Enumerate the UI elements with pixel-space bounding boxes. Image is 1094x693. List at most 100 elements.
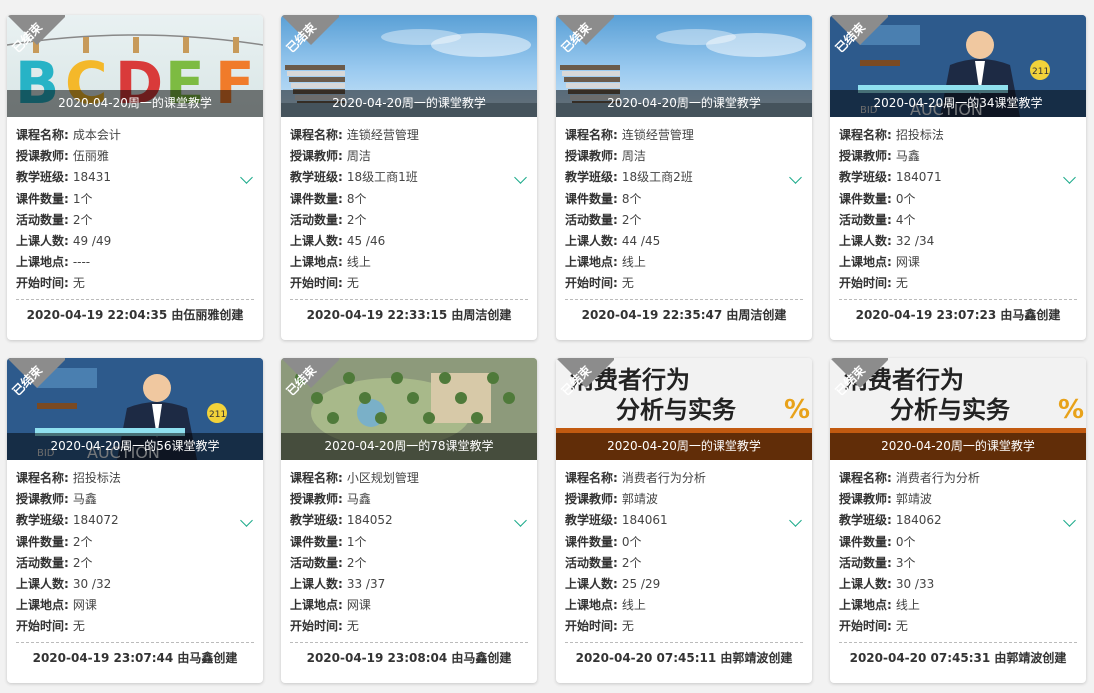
teacher-label: 授课教师: (565, 492, 618, 507)
courseware-row: 课件数量: 2个 (16, 532, 254, 553)
course-name-value: 招投标法 (72, 471, 121, 485)
chevron-down-icon[interactable] (514, 171, 527, 185)
courseware-label: 课件数量: (16, 191, 69, 206)
session-title: 2020-04-20周一的课堂教学 (556, 433, 812, 460)
teacher-label: 授课教师: (290, 492, 343, 507)
location-row: 上课地点: 网课 (839, 252, 1077, 273)
class-row[interactable]: 教学班级: 184072 (16, 510, 254, 531)
location-row: 上课地点: 网课 (290, 595, 528, 616)
course-thumbnail[interactable]: 2020-04-20周一的课堂教学 已结束 (556, 15, 812, 117)
location-value: 网课 (895, 255, 920, 270)
chevron-down-icon[interactable] (240, 514, 253, 528)
chevron-down-icon[interactable] (514, 514, 527, 528)
created-info: 2020-04-19 23:07:44 由马鑫创建 (32, 650, 238, 665)
course-thumbnail[interactable]: 消费者行为 分析与实务% 2020-04-20周一的课堂教学 已结束 (556, 358, 812, 460)
courseware-label: 课件数量: (290, 534, 343, 549)
session-title: 2020-04-20周一的56课堂教学 (7, 433, 263, 460)
start-time-label: 开始时间: (565, 276, 618, 291)
location-row: 上课地点: 线上 (290, 252, 528, 273)
course-card[interactable]: 211AUCTIONBID 2020-04-20周一的56课堂教学 已结束 课程… (7, 358, 263, 683)
start-time-row: 开始时间: 无 (839, 616, 1077, 637)
course-card[interactable]: BCDEF 2020-04-20周一的课堂教学 已结束 课程名称: 成本会计 授课… (7, 15, 263, 340)
activity-row: 活动数量: 4个 (839, 210, 1077, 231)
location-label: 上课地点: (839, 598, 892, 613)
location-row: 上课地点: 线上 (565, 595, 803, 616)
activity-value: 2个 (72, 555, 93, 570)
attendance-label: 上课人数: (16, 576, 69, 591)
attendance-row: 上课人数: 33 /37 (290, 574, 528, 595)
teacher-row: 授课教师: 马鑫 (290, 489, 528, 510)
course-thumbnail[interactable]: 2020-04-20周一的课堂教学 已结束 (281, 15, 537, 117)
course-card[interactable]: 2020-04-20周一的课堂教学 已结束 课程名称: 连锁经营管理 授课教师: 周… (556, 15, 812, 340)
teacher-value: 周洁 (621, 149, 646, 164)
teacher-value: 周洁 (346, 149, 371, 164)
class-label: 教学班级: (290, 513, 343, 528)
attendance-row: 上课人数: 45 /46 (290, 231, 528, 252)
activity-label: 活动数量: (565, 555, 618, 570)
course-name-row: 课程名称: 连锁经营管理 (565, 125, 803, 146)
class-row[interactable]: 教学班级: 184052 (290, 510, 528, 531)
start-time-value: 无 (621, 276, 634, 291)
ended-badge: 已结束 (7, 15, 65, 73)
courseware-row: 课件数量: 8个 (290, 189, 528, 210)
ended-badge: 已结束 (830, 15, 888, 73)
chevron-down-icon[interactable] (1063, 171, 1076, 185)
attendance-row: 上课人数: 30 /32 (16, 574, 254, 595)
course-thumbnail[interactable]: 消费者行为 分析与实务% 2020-04-20周一的课堂教学 已结束 (830, 358, 1086, 460)
teacher-row: 授课教师: 郭靖波 (565, 489, 803, 510)
class-row[interactable]: 教学班级: 18级工商1班 (290, 167, 528, 188)
chevron-down-icon[interactable] (240, 171, 253, 185)
courseware-value: 1个 (346, 534, 367, 549)
course-thumbnail[interactable]: 211AUCTIONBID 2020-04-20周一的34课堂教学 已结束 (830, 15, 1086, 117)
class-label: 教学班级: (290, 170, 343, 185)
courseware-value: 2个 (72, 534, 93, 549)
activity-label: 活动数量: (839, 212, 892, 227)
course-name-value: 招投标法 (895, 128, 944, 142)
start-time-value: 无 (895, 619, 908, 634)
chevron-down-icon[interactable] (789, 171, 802, 185)
activity-label: 活动数量: (290, 212, 343, 227)
activity-row: 活动数量: 2个 (16, 210, 254, 231)
created-info: 2020-04-19 23:07:23 由马鑫创建 (855, 307, 1061, 322)
start-time-row: 开始时间: 无 (565, 273, 803, 294)
course-thumbnail[interactable]: 211AUCTIONBID 2020-04-20周一的56课堂教学 已结束 (7, 358, 263, 460)
courseware-value: 0个 (895, 534, 916, 549)
course-card[interactable]: 2020-04-20周一的78课堂教学 已结束 课程名称: 小区规划管理 授课教师… (281, 358, 537, 683)
class-value: 184062 (895, 513, 942, 528)
class-label: 教学班级: (16, 513, 69, 528)
start-time-row: 开始时间: 无 (839, 273, 1077, 294)
start-time-row: 开始时间: 无 (16, 273, 254, 294)
course-card[interactable]: 消费者行为 分析与实务% 2020-04-20周一的课堂教学 已结束 课程名称: 消… (556, 358, 812, 683)
course-name-row: 课程名称: 消费者行为分析 (565, 468, 803, 489)
course-card[interactable]: 211AUCTIONBID 2020-04-20周一的34课堂教学 已结束 课程… (830, 15, 1086, 340)
class-row[interactable]: 教学班级: 184071 (839, 167, 1077, 188)
class-row[interactable]: 教学班级: 184062 (839, 510, 1077, 531)
class-row[interactable]: 教学班级: 184061 (565, 510, 803, 531)
attendance-value: 49 /49 (72, 233, 112, 248)
location-value: ---- (72, 255, 91, 270)
location-label: 上课地点: (290, 598, 343, 613)
location-value: 网课 (72, 598, 97, 613)
course-thumbnail[interactable]: 2020-04-20周一的78课堂教学 已结束 (281, 358, 537, 460)
class-row[interactable]: 教学班级: 18级工商2班 (565, 167, 803, 188)
class-row[interactable]: 教学班级: 18431 (16, 167, 254, 188)
course-card[interactable]: 消费者行为 分析与实务% 2020-04-20周一的课堂教学 已结束 课程名称: 消… (830, 358, 1086, 683)
course-thumbnail[interactable]: BCDEF 2020-04-20周一的课堂教学 已结束 (7, 15, 263, 117)
location-row: 上课地点: ---- (16, 252, 254, 273)
created-info: 2020-04-19 22:35:47 由周洁创建 (581, 307, 787, 322)
course-card[interactable]: 2020-04-20周一的课堂教学 已结束 课程名称: 连锁经营管理 授课教师: 周… (281, 15, 537, 340)
course-info: 课程名称: 连锁经营管理 授课教师: 周洁 教学班级: 18级工商1班 课件数量: 8个… (281, 117, 537, 295)
activity-row: 活动数量: 2个 (565, 210, 803, 231)
start-time-row: 开始时间: 无 (565, 616, 803, 637)
course-name-value: 连锁经营管理 (621, 128, 694, 142)
courseware-label: 课件数量: (839, 534, 892, 549)
chevron-down-icon[interactable] (1063, 514, 1076, 528)
chevron-down-icon[interactable] (789, 514, 802, 528)
course-name-value: 消费者行为分析 (895, 471, 980, 485)
course-name-label: 课程名称: (290, 471, 343, 485)
courseware-value: 0个 (895, 191, 916, 206)
attendance-value: 32 /34 (895, 233, 935, 248)
teacher-value: 马鑫 (346, 492, 371, 507)
class-label: 教学班级: (565, 170, 618, 185)
activity-row: 活动数量: 2个 (290, 553, 528, 574)
